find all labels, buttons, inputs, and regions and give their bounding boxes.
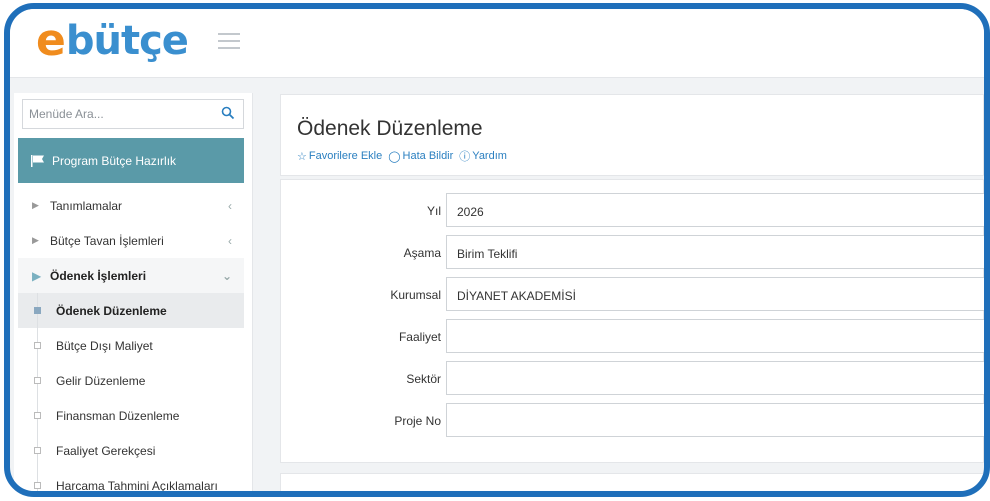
ebutce-logo[interactable]: e bütçe [36, 15, 189, 66]
sidebar-subitem-label: Bütçe Dışı Maliyet [56, 338, 153, 353]
sidebar-subitem-label: Finansman Düzenleme [56, 408, 180, 423]
chevron-left-icon: ‹ [228, 233, 232, 248]
app-window: ebütçe Program Bütçe Hazırlık ▶ Tanımlam… [4, 3, 990, 497]
add-favorite-link[interactable]: ☆ Favorilere Ekle [297, 148, 382, 164]
tree-node-icon [34, 342, 41, 349]
project-field[interactable] [446, 403, 984, 437]
search-icon[interactable] [221, 106, 235, 120]
institution-label: Kurumsal [390, 288, 441, 302]
form-row-stage: Aşama Birim Teklifi [281, 235, 984, 271]
help-label: Yardım [472, 150, 507, 162]
question-circle-icon: ⓘ [459, 151, 471, 163]
tree-node-icon [34, 377, 41, 384]
institution-field[interactable]: DİYANET AKADEMİSİ [446, 277, 984, 311]
add-favorite-label: Favorilere Ekle [308, 150, 383, 162]
report-error-label: Hata Bildir [402, 150, 454, 162]
section-label: Program Bütçe Hazırlık [52, 153, 177, 168]
sidebar-subitem-label: Harcama Tahmini Açıklamaları [56, 478, 218, 493]
stage-field[interactable]: Birim Teklifi [446, 235, 984, 269]
top-bar: e bütçe [10, 9, 984, 78]
logo-letter-e: e [36, 15, 66, 66]
caret-right-icon: ▶ [32, 235, 39, 245]
chevron-left-icon: ‹ [228, 198, 232, 213]
speech-bubble-icon: ◯ [388, 150, 401, 163]
sidebar-item-label: Bütçe Tavan İşlemleri [50, 233, 164, 248]
page-header: Ödenek Düzenleme ☆ Favorilere Ekle ◯ Hat… [280, 94, 984, 176]
sidebar-subitem-gelir-duzenleme[interactable]: Gelir Düzenleme [18, 363, 244, 398]
tree-node-icon [34, 482, 41, 489]
year-label: Yıl [426, 204, 441, 218]
sidebar-subitem-odenek-duzenleme[interactable]: Ödenek Düzenleme [18, 293, 244, 328]
form-row-sector: Sektör [281, 361, 984, 397]
logo-wordmark: bütçe [65, 18, 189, 64]
form-row-institution: Kurumsal DİYANET AKADEMİSİ [281, 277, 984, 313]
sidebar-item-label: Tanımlamalar [50, 198, 123, 213]
help-link[interactable]: ⓘ Yardım [459, 148, 507, 164]
sidebar-subitem-faaliyet-gerekcesi[interactable]: Faaliyet Gerekçesi [18, 433, 244, 468]
activity-field[interactable] [446, 319, 984, 353]
menu-toggle-icon[interactable] [218, 33, 240, 49]
sidebar-subitem-label: Faaliyet Gerekçesi [56, 443, 156, 458]
sidebar-subitem-label: Gelir Düzenleme [56, 373, 146, 388]
sidebar-subitem-butce-disi-maliyet[interactable]: Bütçe Dışı Maliyet [18, 328, 244, 363]
tree-node-icon [34, 412, 41, 419]
filter-form: Yıl 2026 Aşama Birim Teklifi Kurumsal Dİ… [280, 179, 984, 463]
chevron-down-icon: ⌄ [221, 268, 232, 283]
activity-label: Faaliyet [398, 330, 441, 344]
sidebar-item-butce-tavan-islemleri[interactable]: ▶ Bütçe Tavan İşlemleri ‹ [18, 223, 244, 258]
sidebar-subitem-label: Ödenek Düzenleme [56, 303, 167, 318]
form-row-activity: Faaliyet [281, 319, 984, 355]
page-title: Ödenek Düzenleme [297, 117, 483, 140]
sidebar: Program Bütçe Hazırlık ▶ Tanımlamalar ‹ … [14, 93, 253, 493]
menu-search [22, 99, 244, 129]
tree-node-icon [34, 307, 41, 314]
sector-label: Sektör [406, 372, 441, 386]
page-actions: ☆ Favorilere Ekle ◯ Hata Bildir ⓘ Yardım [297, 148, 507, 164]
sidebar-subitem-harcama-tahmini-aciklamalari[interactable]: Harcama Tahmini Açıklamaları [18, 468, 244, 493]
year-field[interactable]: 2026 [446, 193, 984, 227]
sidebar-item-tanimlamalar[interactable]: ▶ Tanımlamalar ‹ [18, 188, 244, 223]
form-row-year: Yıl 2026 [281, 193, 984, 229]
caret-right-icon: ▶ [32, 200, 39, 210]
form-row-project: Proje No [281, 403, 984, 439]
sidebar-item-odenek-islemleri[interactable]: ▶ Ödenek İşlemleri ⌄ [18, 258, 244, 293]
sidebar-item-label: Ödenek İşlemleri [50, 268, 147, 283]
star-icon: ☆ [297, 150, 307, 163]
tree-node-icon [34, 447, 41, 454]
divider [297, 492, 299, 497]
sidebar-subitem-finansman-duzenleme[interactable]: Finansman Düzenleme [18, 398, 244, 433]
section-program-butce-hazirlik[interactable]: Program Bütçe Hazırlık [18, 138, 244, 183]
flag-icon [31, 154, 44, 167]
sector-field[interactable] [446, 361, 984, 395]
stage-label: Aşama [403, 246, 441, 260]
report-error-link[interactable]: ◯ Hata Bildir [388, 148, 453, 164]
project-label: Proje No [394, 414, 441, 428]
menu-search-input[interactable] [23, 100, 214, 128]
caret-right-icon: ▶ [32, 268, 42, 283]
results-panel [280, 473, 984, 497]
